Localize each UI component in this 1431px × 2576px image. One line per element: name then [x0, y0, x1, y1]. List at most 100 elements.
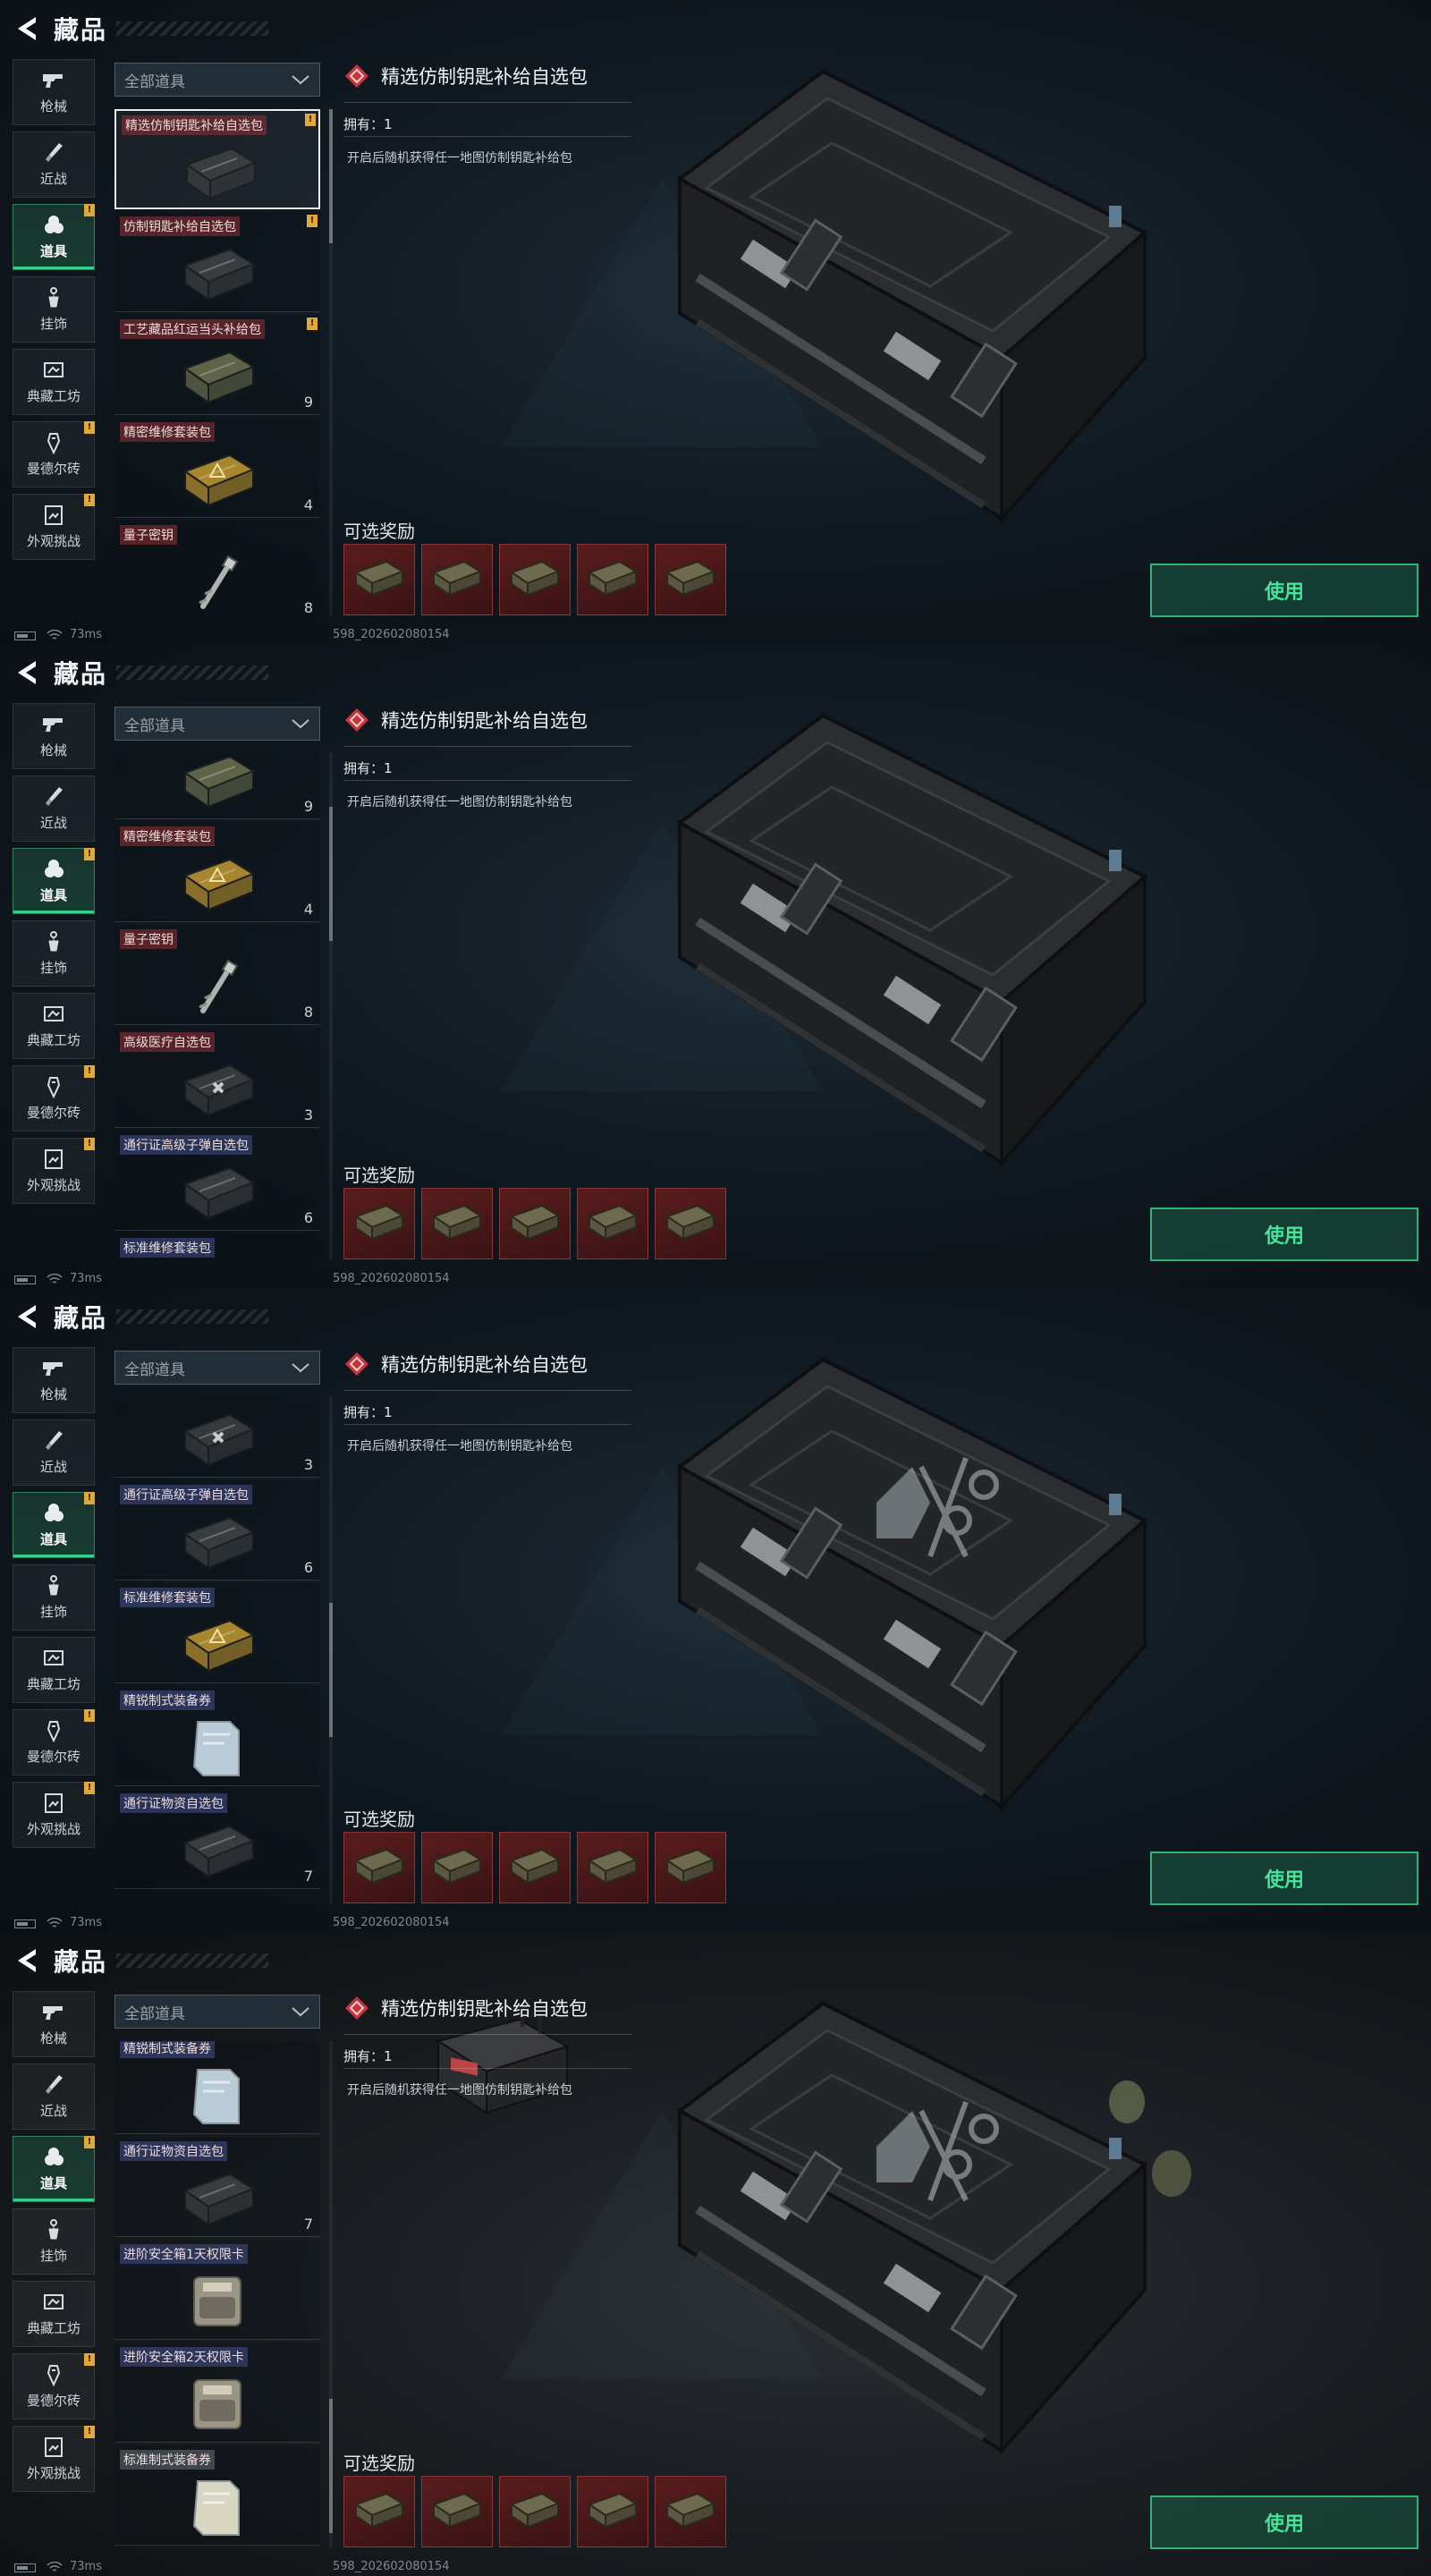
use-button[interactable]: 使用	[1150, 2496, 1418, 2549]
list-item[interactable]: 精选仿制钥匙补给自选包!	[114, 109, 320, 209]
reward-slot[interactable]	[499, 544, 571, 615]
sidebar-item-grenade[interactable]: 道具!	[13, 204, 95, 270]
reward-slot[interactable]	[499, 2476, 571, 2547]
reward-slot[interactable]	[421, 2476, 493, 2547]
sidebar-item-knife[interactable]: 近战	[13, 2063, 95, 2130]
sidebar-item-gun[interactable]: 枪械	[13, 59, 95, 125]
use-button[interactable]: 使用	[1150, 1852, 1418, 1905]
list-item[interactable]: 通行证物资自选包 7	[114, 1789, 320, 1889]
list-item[interactable]: 工艺藏品红运当头补给包 9!	[114, 315, 320, 415]
reward-slot[interactable]	[421, 1832, 493, 1903]
status-bar: 73ms 598_202602080154	[0, 1914, 626, 1932]
back-arrow-icon[interactable]	[13, 1301, 39, 1332]
scrollbar-thumb[interactable]	[329, 1603, 333, 1737]
reward-slot[interactable]	[577, 2476, 648, 2547]
sidebar-item-challenge[interactable]: 外观挑战!	[13, 494, 95, 560]
sidebar-item-workshop[interactable]: 典藏工坊	[13, 349, 95, 415]
reward-slot[interactable]	[421, 544, 493, 615]
item-list[interactable]: 3 通行证高级子弹自选包 6 标准维修套装包 精锐制式装备券 通行证物资自选包 7	[114, 1397, 322, 1903]
category-sidebar: 枪械 近战 道具! 挂饰 典藏工坊 曼德尔砖! 外观挑战!	[13, 1347, 95, 1854]
new-flag-icon: !	[84, 2136, 95, 2148]
sidebar-item-brick[interactable]: 曼德尔砖!	[13, 1065, 95, 1131]
sidebar-item-workshop[interactable]: 典藏工坊	[13, 1637, 95, 1703]
back-arrow-icon[interactable]	[13, 13, 39, 44]
sidebar-item-grenade[interactable]: 道具!	[13, 2136, 95, 2202]
sidebar-item-gun[interactable]: 枪械	[13, 703, 95, 769]
list-scrollbar[interactable]	[329, 1397, 333, 1903]
use-button[interactable]: 使用	[1150, 1208, 1418, 1261]
reward-slot[interactable]	[343, 544, 415, 615]
list-item[interactable]: 标准维修套装包	[114, 1233, 320, 1259]
list-item[interactable]: 精密维修套装包 4	[114, 822, 320, 922]
reward-slot[interactable]	[655, 1832, 726, 1903]
sidebar-item-brick[interactable]: 曼德尔砖!	[13, 1709, 95, 1775]
sidebar-item-knife[interactable]: 近战	[13, 131, 95, 198]
list-item[interactable]: 精锐制式装备券	[114, 1686, 320, 1786]
list-item[interactable]: 标准维修套装包	[114, 1583, 320, 1683]
scrollbar-thumb[interactable]	[329, 2399, 333, 2533]
item-list[interactable]: 精锐制式装备券 通行证物资自选包 7 进阶安全箱1天权限卡 进阶安全箱2天权限卡 标准制式…	[114, 2041, 322, 2547]
use-button[interactable]: 使用	[1150, 564, 1418, 617]
sidebar-item-challenge[interactable]: 外观挑战!	[13, 1138, 95, 1204]
reward-slot[interactable]	[499, 1188, 571, 1259]
sidebar-item-challenge[interactable]: 外观挑战!	[13, 2426, 95, 2492]
sidebar-item-knife[interactable]: 近战	[13, 1419, 95, 1486]
scrollbar-thumb[interactable]	[329, 807, 333, 941]
sidebar-item-knife[interactable]: 近战	[13, 775, 95, 842]
sidebar-item-brick[interactable]: 曼德尔砖!	[13, 421, 95, 487]
reward-list	[343, 544, 726, 615]
list-item[interactable]: 高级医疗自选包 3	[114, 1028, 320, 1128]
list-item[interactable]: 量子密钥 8	[114, 925, 320, 1025]
scrollbar-thumb[interactable]	[329, 109, 333, 243]
reward-slot[interactable]	[343, 1832, 415, 1903]
list-item[interactable]: 通行证物资自选包 7	[114, 2137, 320, 2237]
sidebar-item-challenge[interactable]: 外观挑战!	[13, 1782, 95, 1848]
list-item[interactable]: 通行证高级子弹自选包 6	[114, 1131, 320, 1231]
sidebar-item-grenade[interactable]: 道具!	[13, 1492, 95, 1558]
list-item[interactable]: 进阶安全箱2天权限卡	[114, 2343, 320, 2443]
reward-slot[interactable]	[421, 1188, 493, 1259]
reward-slot[interactable]	[655, 2476, 726, 2547]
sidebar-item-brick[interactable]: 曼德尔砖!	[13, 2353, 95, 2419]
list-scrollbar[interactable]	[329, 753, 333, 1259]
reward-slot[interactable]	[343, 1188, 415, 1259]
list-item[interactable]: 9	[114, 753, 320, 819]
sidebar-item-gun[interactable]: 枪械	[13, 1991, 95, 2057]
sidebar-item-grenade[interactable]: 道具!	[13, 848, 95, 914]
sidebar-item-charm[interactable]: 挂饰	[13, 276, 95, 343]
back-arrow-icon[interactable]	[13, 657, 39, 688]
sidebar-item-charm[interactable]: 挂饰	[13, 1564, 95, 1631]
item-filter-dropdown[interactable]: 全部道具	[114, 1351, 320, 1385]
reward-slot[interactable]	[343, 2476, 415, 2547]
reward-slot[interactable]	[655, 544, 726, 615]
list-item[interactable]: 仿制钥匙补给自选包!	[114, 212, 320, 312]
item-filter-dropdown[interactable]: 全部道具	[114, 1995, 320, 2029]
list-item[interactable]: 量子密钥 8	[114, 521, 320, 615]
sidebar-item-charm[interactable]: 挂饰	[13, 920, 95, 987]
list-scrollbar[interactable]	[329, 2041, 333, 2547]
list-item[interactable]: 通行证高级子弹自选包 6	[114, 1480, 320, 1580]
sidebar-item-workshop[interactable]: 典藏工坊	[13, 2281, 95, 2347]
item-list[interactable]: 精选仿制钥匙补给自选包! 仿制钥匙补给自选包! 工艺藏品红运当头补给包 9! 精密维修套…	[114, 109, 322, 615]
reward-slot[interactable]	[655, 1188, 726, 1259]
list-item[interactable]: 进阶安全箱1天权限卡	[114, 2240, 320, 2340]
item-thumbnail	[174, 141, 264, 204]
reward-slot[interactable]	[577, 1832, 648, 1903]
list-item[interactable]: 标准制式装备券	[114, 2445, 320, 2546]
list-item[interactable]: 精锐制式装备券	[114, 2041, 320, 2134]
sidebar-item-charm[interactable]: 挂饰	[13, 2208, 95, 2275]
reward-slot[interactable]	[577, 1188, 648, 1259]
item-name: 工艺藏品红运当头补给包	[120, 319, 265, 339]
reward-slot[interactable]	[577, 544, 648, 615]
item-filter-dropdown[interactable]: 全部道具	[114, 63, 320, 97]
list-item[interactable]: 3	[114, 1397, 320, 1478]
back-arrow-icon[interactable]	[13, 1945, 39, 1976]
list-scrollbar[interactable]	[329, 109, 333, 615]
sidebar-item-gun[interactable]: 枪械	[13, 1347, 95, 1413]
list-item[interactable]: 精密维修套装包 4	[114, 418, 320, 518]
item-filter-dropdown[interactable]: 全部道具	[114, 707, 320, 741]
reward-slot[interactable]	[499, 1832, 571, 1903]
sidebar-item-workshop[interactable]: 典藏工坊	[13, 993, 95, 1059]
item-list[interactable]: 9 精密维修套装包 4 量子密钥 8 高级医疗自选包 3 通行证高级子弹自选包 6 标准维修套装包	[114, 753, 322, 1259]
sidebar-item-label: 外观挑战	[26, 1177, 80, 1193]
